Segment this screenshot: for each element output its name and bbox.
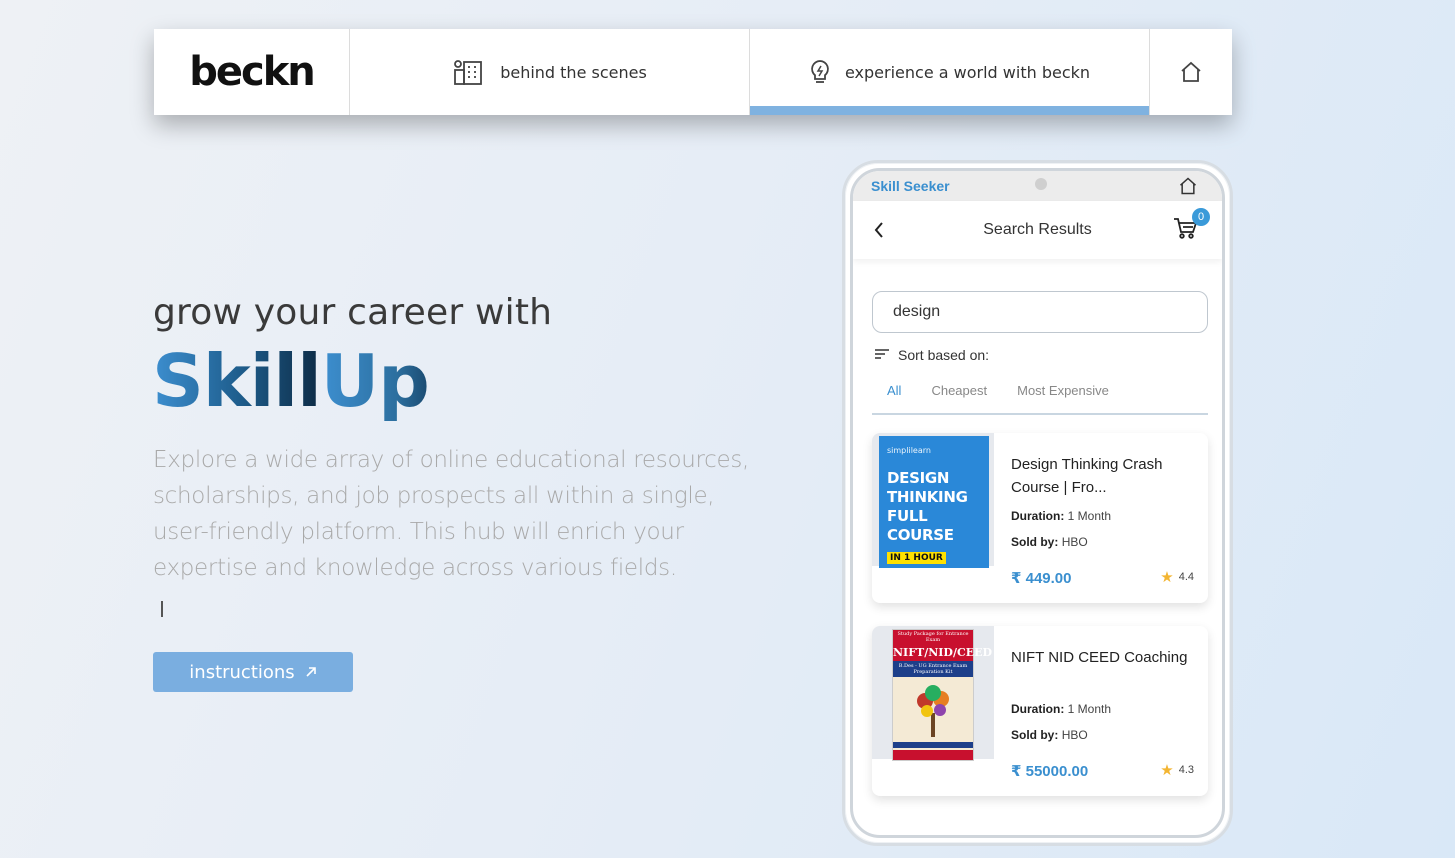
result-price: ₹ 55000.00: [1011, 763, 1089, 780]
duration-label: Duration:: [1011, 702, 1065, 716]
building-icon: [452, 58, 484, 86]
top-nav: beckn behind the scenes experience a wor…: [154, 29, 1232, 115]
result-card[interactable]: simplilearn DESIGN THINKING FULL COURSE …: [872, 433, 1208, 603]
instructions-label: instructions: [189, 661, 295, 683]
app-home-icon[interactable]: [1178, 176, 1198, 201]
phone-status-bar: Skill Seeker: [853, 171, 1222, 201]
thumb-band: [893, 742, 973, 748]
result-duration: Duration: 1 Month: [1011, 509, 1111, 523]
hero-title: SkillUp: [152, 336, 430, 426]
sold-by-value: HBO: [1061, 728, 1088, 742]
beckn-logo[interactable]: beckn: [189, 49, 316, 95]
cart-button[interactable]: 0: [1172, 208, 1210, 245]
sort-tabs: All Cheapest Most Expensive: [872, 379, 1208, 415]
nav-behind-label: behind the scenes: [500, 62, 647, 82]
star-icon: ★: [1160, 568, 1174, 586]
thumb-footer: [893, 750, 973, 760]
thumb-brand: simplilearn: [887, 446, 931, 455]
app-header: Search Results 0: [853, 201, 1222, 259]
tab-cheapest[interactable]: Cheapest: [916, 379, 1002, 413]
hero-description: Explore a wide array of online education…: [153, 447, 750, 581]
result-seller: Sold by: HBO: [1011, 535, 1088, 549]
nav-behind-the-scenes[interactable]: behind the scenes: [350, 29, 750, 115]
tree-illustration: [913, 683, 953, 739]
result-rating: ★ 4.4: [1160, 568, 1194, 586]
nav-home-button[interactable]: [1150, 29, 1232, 115]
sort-row: Sort based on:: [874, 347, 989, 363]
cart-count-badge: 0: [1192, 208, 1210, 226]
duration-value: 1 Month: [1067, 702, 1112, 716]
home-icon: [1179, 60, 1203, 84]
app-name: Skill Seeker: [871, 178, 950, 194]
sold-by-label: Sold by:: [1011, 535, 1059, 549]
sold-by-value: HBO: [1061, 535, 1088, 549]
result-duration: Duration: 1 Month: [1011, 702, 1111, 716]
star-icon: ★: [1160, 761, 1174, 779]
hero-title-up: Up: [320, 339, 430, 423]
rating-value: 4.3: [1178, 764, 1194, 776]
active-tab-indicator: [750, 106, 1149, 115]
result-rating: ★ 4.3: [1160, 761, 1194, 779]
cart-icon: [1172, 218, 1198, 245]
course-thumbnail: Study Package for Entrance Exam NIFT/NID…: [892, 629, 993, 761]
nav-experience[interactable]: experience a world with beckn: [750, 29, 1150, 115]
thumb-subtitle: B.Des - UG Entrance Exam Preparation Kit: [893, 661, 973, 677]
tab-most-expensive[interactable]: Most Expensive: [1002, 379, 1124, 413]
search-input[interactable]: [872, 291, 1208, 333]
result-card[interactable]: Study Package for Entrance Exam NIFT/NID…: [872, 626, 1208, 796]
camera-dot: [1035, 178, 1047, 190]
thumb-title: NIFT/NID/CEED: [893, 644, 993, 661]
text-cursor: [161, 601, 163, 617]
result-title: Design Thinking Crash Course | Fro...: [1011, 456, 1163, 496]
sold-by-label: Sold by:: [1011, 728, 1059, 742]
thumb-tag: IN 1 HOUR: [887, 552, 946, 564]
phone-mockup: Skill Seeker Search Results 0 design Sor…: [842, 160, 1233, 846]
hero-subtitle: grow your career with: [153, 292, 553, 333]
thumb-line: DESIGN: [887, 469, 950, 487]
tab-all[interactable]: All: [872, 379, 916, 413]
logo-cell[interactable]: beckn: [154, 29, 350, 115]
lightbulb-icon: [809, 58, 831, 86]
thumb-line: FULL COURSE: [887, 507, 954, 544]
course-thumbnail: simplilearn DESIGN THINKING FULL COURSE …: [879, 436, 989, 568]
thumb-top-text: Study Package for Entrance Exam: [893, 630, 973, 644]
nav-experience-label: experience a world with beckn: [844, 62, 1091, 82]
hero-title-skill: Skill: [152, 339, 322, 423]
duration-label: Duration:: [1011, 509, 1065, 523]
sort-label: Sort based on:: [898, 347, 990, 363]
sort-icon: [874, 347, 890, 363]
phone-screen: Skill Seeker Search Results 0 design Sor…: [850, 168, 1225, 838]
back-arrow-icon[interactable]: [873, 221, 885, 244]
rating-value: 4.4: [1178, 571, 1194, 583]
result-seller: Sold by: HBO: [1011, 728, 1088, 742]
arrow-up-right-icon: [305, 662, 317, 683]
instructions-button[interactable]: instructions: [153, 652, 353, 692]
header-title: Search Results: [983, 221, 1092, 238]
result-title: NIFT NID CEED Coaching: [1011, 649, 1188, 666]
thumb-line: THINKING: [887, 488, 968, 506]
duration-value: 1 Month: [1067, 509, 1112, 523]
result-price: ₹ 449.00: [1011, 570, 1072, 587]
